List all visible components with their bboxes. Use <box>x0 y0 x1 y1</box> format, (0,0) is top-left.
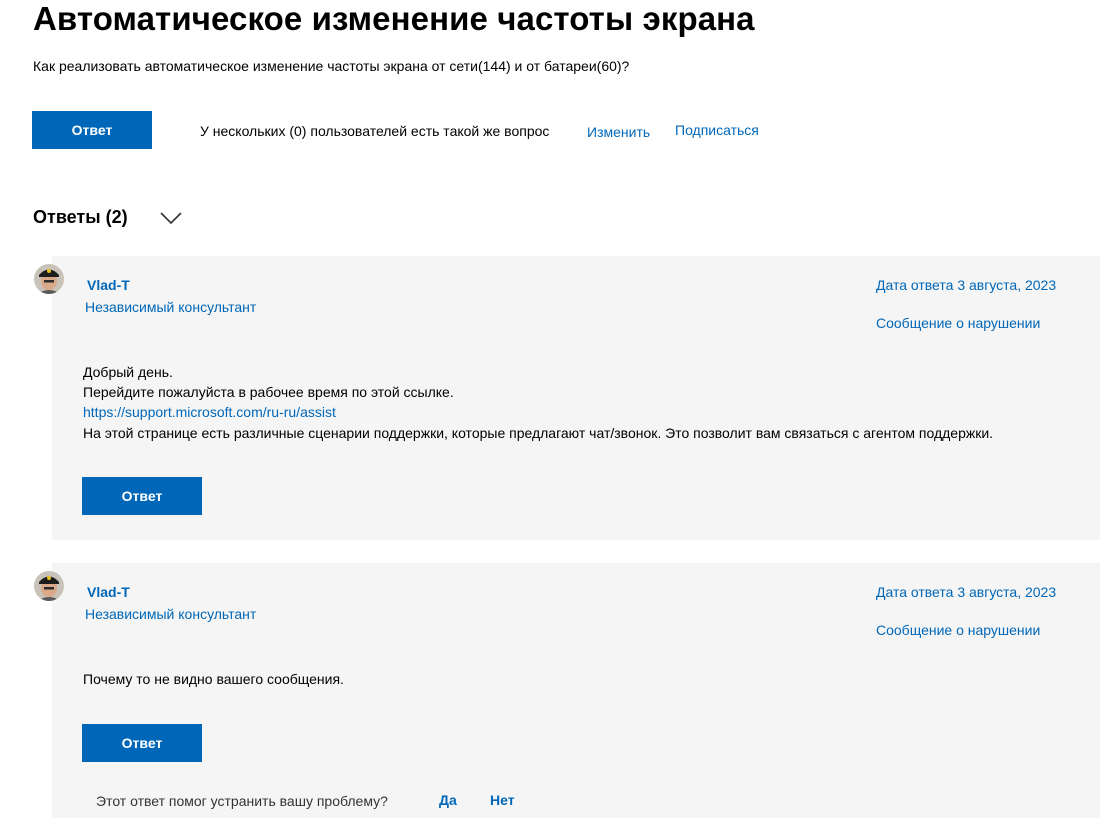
helpful-yes-button[interactable]: Да <box>439 792 457 808</box>
answer-date[interactable]: Дата ответа 3 августа, 2023 <box>876 584 1056 600</box>
edit-link[interactable]: Изменить <box>587 124 650 140</box>
same-question-count: У нескольких (0) пользователей есть тако… <box>200 123 550 139</box>
helpful-no-button[interactable]: Нет <box>490 792 515 808</box>
answer-text-line: Добрый день. <box>83 364 173 380</box>
answer-support-link[interactable]: https://support.microsoft.com/ru-ru/assi… <box>83 402 336 423</box>
question-body: Как реализовать автоматическое изменение… <box>33 58 630 74</box>
helpful-question: Этот ответ помог устранить вашу проблему… <box>96 793 388 809</box>
user-avatar-icon[interactable] <box>34 264 64 294</box>
subscribe-link[interactable]: Подписаться <box>675 122 759 138</box>
user-avatar-icon[interactable] <box>34 571 64 601</box>
answer-date[interactable]: Дата ответа 3 августа, 2023 <box>876 277 1056 293</box>
answer-author[interactable]: Vlad-T <box>87 584 130 600</box>
question-title: Автоматическое изменение частоты экрана <box>33 0 755 37</box>
answer-text-line: Почему то не видно вашего сообщения. <box>83 671 344 687</box>
report-abuse-link[interactable]: Сообщение о нарушении <box>876 315 1040 331</box>
answer-card <box>52 563 1100 818</box>
report-abuse-link[interactable]: Сообщение о нарушении <box>876 622 1040 638</box>
answer-reply-button[interactable]: Ответ <box>82 477 202 515</box>
chevron-down-icon[interactable] <box>158 209 184 227</box>
answer-text-line: Перейдите пожалуйста в рабочее время по … <box>83 384 454 400</box>
answer-reply-button[interactable]: Ответ <box>82 724 202 762</box>
reply-button[interactable]: Ответ <box>32 111 152 149</box>
answer-text-line: На этой странице есть различные сценарии… <box>83 425 994 441</box>
answer-author-role: Независимый консультант <box>85 606 257 622</box>
answer-author-role: Независимый консультант <box>85 299 257 315</box>
answer-author[interactable]: Vlad-T <box>87 277 130 293</box>
answers-heading: Ответы (2) <box>33 207 128 227</box>
